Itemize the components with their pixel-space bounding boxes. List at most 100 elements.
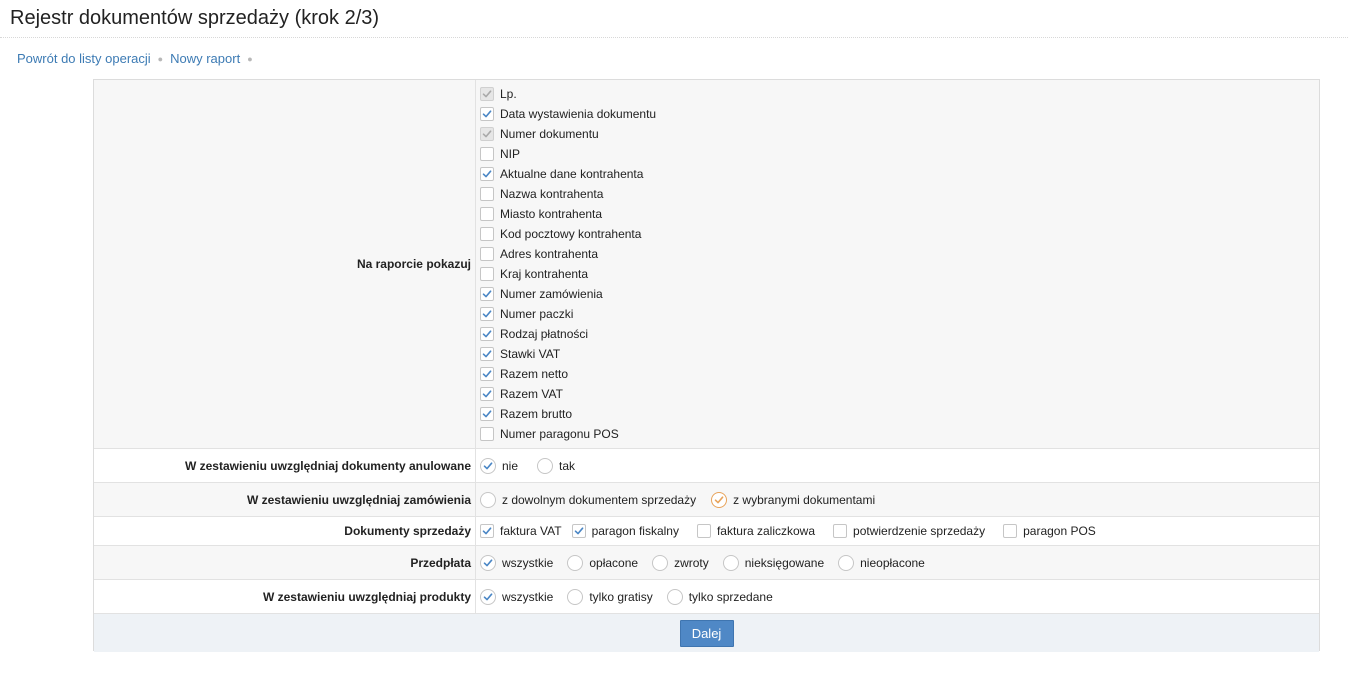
column-option-adres-kontrahenta[interactable]: Adres kontrahenta — [480, 244, 656, 264]
column-option-razem-vat[interactable]: Razem VAT — [480, 384, 656, 404]
column-option-data-wystawienia-dokumentu[interactable]: Data wystawienia dokumentu — [480, 104, 656, 124]
radio-button[interactable] — [567, 554, 584, 571]
column-option-numer-paragonu-pos[interactable]: Numer paragonu POS — [480, 424, 656, 444]
checkbox[interactable] — [480, 147, 494, 161]
checkbox[interactable] — [480, 187, 494, 201]
checkbox — [480, 87, 494, 101]
column-option-label: Miasto kontrahenta — [500, 207, 603, 221]
prepayment-option-wszystkie[interactable]: wszystkie — [480, 554, 554, 571]
checkbox[interactable] — [696, 524, 711, 538]
column-option-label: Numer paragonu POS — [500, 427, 619, 441]
column-option-kraj-kontrahenta[interactable]: Kraj kontrahenta — [480, 264, 656, 284]
column-option-lp[interactable]: Lp. — [480, 84, 656, 104]
page-title: Rejestr dokumentów sprzedaży (krok 2/3) — [10, 7, 380, 29]
radio-button[interactable] — [480, 588, 496, 605]
option-label: tylko gratisy — [589, 589, 653, 604]
row-orders: W zestawieniu uwzględniaj zamówienia z d… — [94, 483, 1319, 517]
radio-button[interactable] — [711, 491, 728, 508]
sales-docs-option-faktura-zaliczkowa[interactable]: faktura zaliczkowa — [696, 524, 815, 538]
row-products: W zestawieniu uwzględniaj produkty wszys… — [94, 580, 1319, 614]
column-option-stawki-vat[interactable]: Stawki VAT — [480, 344, 656, 364]
sales-docs-option-potwierdzenie-sprzedazy[interactable]: potwierdzenie sprzedaży — [833, 524, 985, 538]
orders-option-z-dowolnym-dokumentem-sprzedazy[interactable]: z dowolnym dokumentem sprzedaży — [480, 491, 696, 508]
checkbox[interactable] — [833, 524, 848, 538]
option-label: nieksięgowane — [744, 555, 825, 570]
checkbox[interactable] — [480, 407, 494, 421]
option-label: faktura VAT — [500, 524, 562, 538]
sales-docs-options: faktura VAT paragon fiskalny faktura zalic… — [476, 517, 1319, 545]
orders-option-z-wybranymi-dokumentami[interactable]: z wybranymi dokumentami — [711, 491, 875, 508]
column-option-label: Kod pocztowy kontrahenta — [500, 227, 642, 241]
column-option-nazwa-kontrahenta[interactable]: Nazwa kontrahenta — [480, 184, 656, 204]
option-label: zwroty — [674, 555, 709, 570]
products-label: W zestawieniu uwzględniaj produkty — [94, 580, 476, 613]
column-option-nip[interactable]: NIP — [480, 144, 656, 164]
checkbox[interactable] — [480, 524, 494, 538]
column-option-kod-pocztowy-kontrahenta[interactable]: Kod pocztowy kontrahenta — [480, 224, 656, 244]
checkbox[interactable] — [480, 267, 494, 281]
column-option-label: Aktualne dane kontrahenta — [500, 167, 644, 181]
checkbox[interactable] — [480, 107, 494, 121]
products-option-tylko-sprzedane[interactable]: tylko sprzedane — [666, 588, 773, 605]
checkbox[interactable] — [480, 247, 494, 261]
column-option-numer-zamowienia[interactable]: Numer zamówienia — [480, 284, 656, 304]
back-to-operations-link[interactable]: Powrót do listy operacji — [17, 51, 151, 66]
option-label: paragon POS — [1023, 524, 1096, 538]
checkbox[interactable] — [480, 367, 494, 381]
prepayment-option-oplacone[interactable]: opłacone — [567, 554, 638, 571]
column-option-aktualne-dane-kontrahenta[interactable]: Aktualne dane kontrahenta — [480, 164, 656, 184]
cancelled-docs-options: nie tak — [476, 449, 1319, 482]
sales-docs-option-faktura-vat[interactable]: faktura VAT — [480, 524, 562, 538]
column-option-numer-dokumentu[interactable]: Numer dokumentu — [480, 124, 656, 144]
checkbox[interactable] — [480, 207, 494, 221]
column-option-numer-paczki[interactable]: Numer paczki — [480, 304, 656, 324]
radio-button[interactable] — [666, 588, 683, 605]
radio-button[interactable] — [480, 554, 496, 571]
sales-docs-option-paragon-pos[interactable]: paragon POS — [1003, 524, 1096, 538]
column-option-label: Razem netto — [500, 367, 569, 381]
prepayment-option-zwroty[interactable]: zwroty — [652, 554, 709, 571]
checkbox[interactable] — [1003, 524, 1018, 538]
column-option-label: Nazwa kontrahenta — [500, 187, 604, 201]
new-report-link[interactable]: Nowy raport — [170, 51, 240, 66]
cancelled-docs-option-tak[interactable]: tak — [537, 457, 575, 474]
radio-button[interactable] — [722, 554, 739, 571]
sales-docs-option-paragon-fiskalny[interactable]: paragon fiskalny — [571, 524, 679, 538]
checkbox[interactable] — [480, 327, 494, 341]
prepayment-label: Przedpłata — [94, 546, 476, 579]
column-option-razem-brutto[interactable]: Razem brutto — [480, 404, 656, 424]
checkbox[interactable] — [480, 347, 494, 361]
radio-button[interactable] — [480, 457, 496, 474]
next-button[interactable]: Dalej — [679, 619, 734, 647]
checkbox[interactable] — [480, 387, 494, 401]
report-form: Na raporcie pokazuj Lp. Data wystawienia … — [93, 79, 1320, 652]
breadcrumb-separator: ● — [247, 53, 253, 64]
column-option-miasto-kontrahenta[interactable]: Miasto kontrahenta — [480, 204, 656, 224]
column-option-razem-netto[interactable]: Razem netto — [480, 364, 656, 384]
checkbox[interactable] — [480, 167, 494, 181]
radio-button[interactable] — [537, 457, 554, 474]
column-option-label: Numer dokumentu — [500, 127, 599, 141]
option-label: wszystkie — [502, 555, 554, 570]
radio-button[interactable] — [480, 491, 496, 508]
column-option-label: Rodzaj płatności — [500, 327, 589, 341]
checkbox[interactable] — [480, 287, 494, 301]
products-option-wszystkie[interactable]: wszystkie — [480, 588, 554, 605]
checkbox[interactable] — [480, 227, 494, 241]
prepayment-option-nieoplacone[interactable]: nieopłacone — [838, 554, 925, 571]
column-option-rodzaj-platnosci[interactable]: Rodzaj płatności — [480, 324, 656, 344]
checkbox[interactable] — [480, 307, 494, 321]
checkbox[interactable] — [571, 524, 586, 538]
form-footer: Dalej — [94, 614, 1319, 652]
column-option-label: NIP — [500, 147, 521, 161]
radio-button[interactable] — [838, 554, 855, 571]
title-divider — [0, 37, 1348, 38]
radio-button[interactable] — [652, 554, 669, 571]
breadcrumb: Powrót do listy operacji ● Nowy raport ● — [17, 51, 260, 66]
checkbox[interactable] — [480, 427, 494, 441]
option-label: wszystkie — [502, 589, 554, 604]
prepayment-option-nieksiegowane[interactable]: nieksięgowane — [722, 554, 825, 571]
radio-button[interactable] — [567, 588, 584, 605]
products-option-tylko-gratisy[interactable]: tylko gratisy — [567, 588, 653, 605]
cancelled-docs-option-nie[interactable]: nie — [480, 457, 518, 474]
